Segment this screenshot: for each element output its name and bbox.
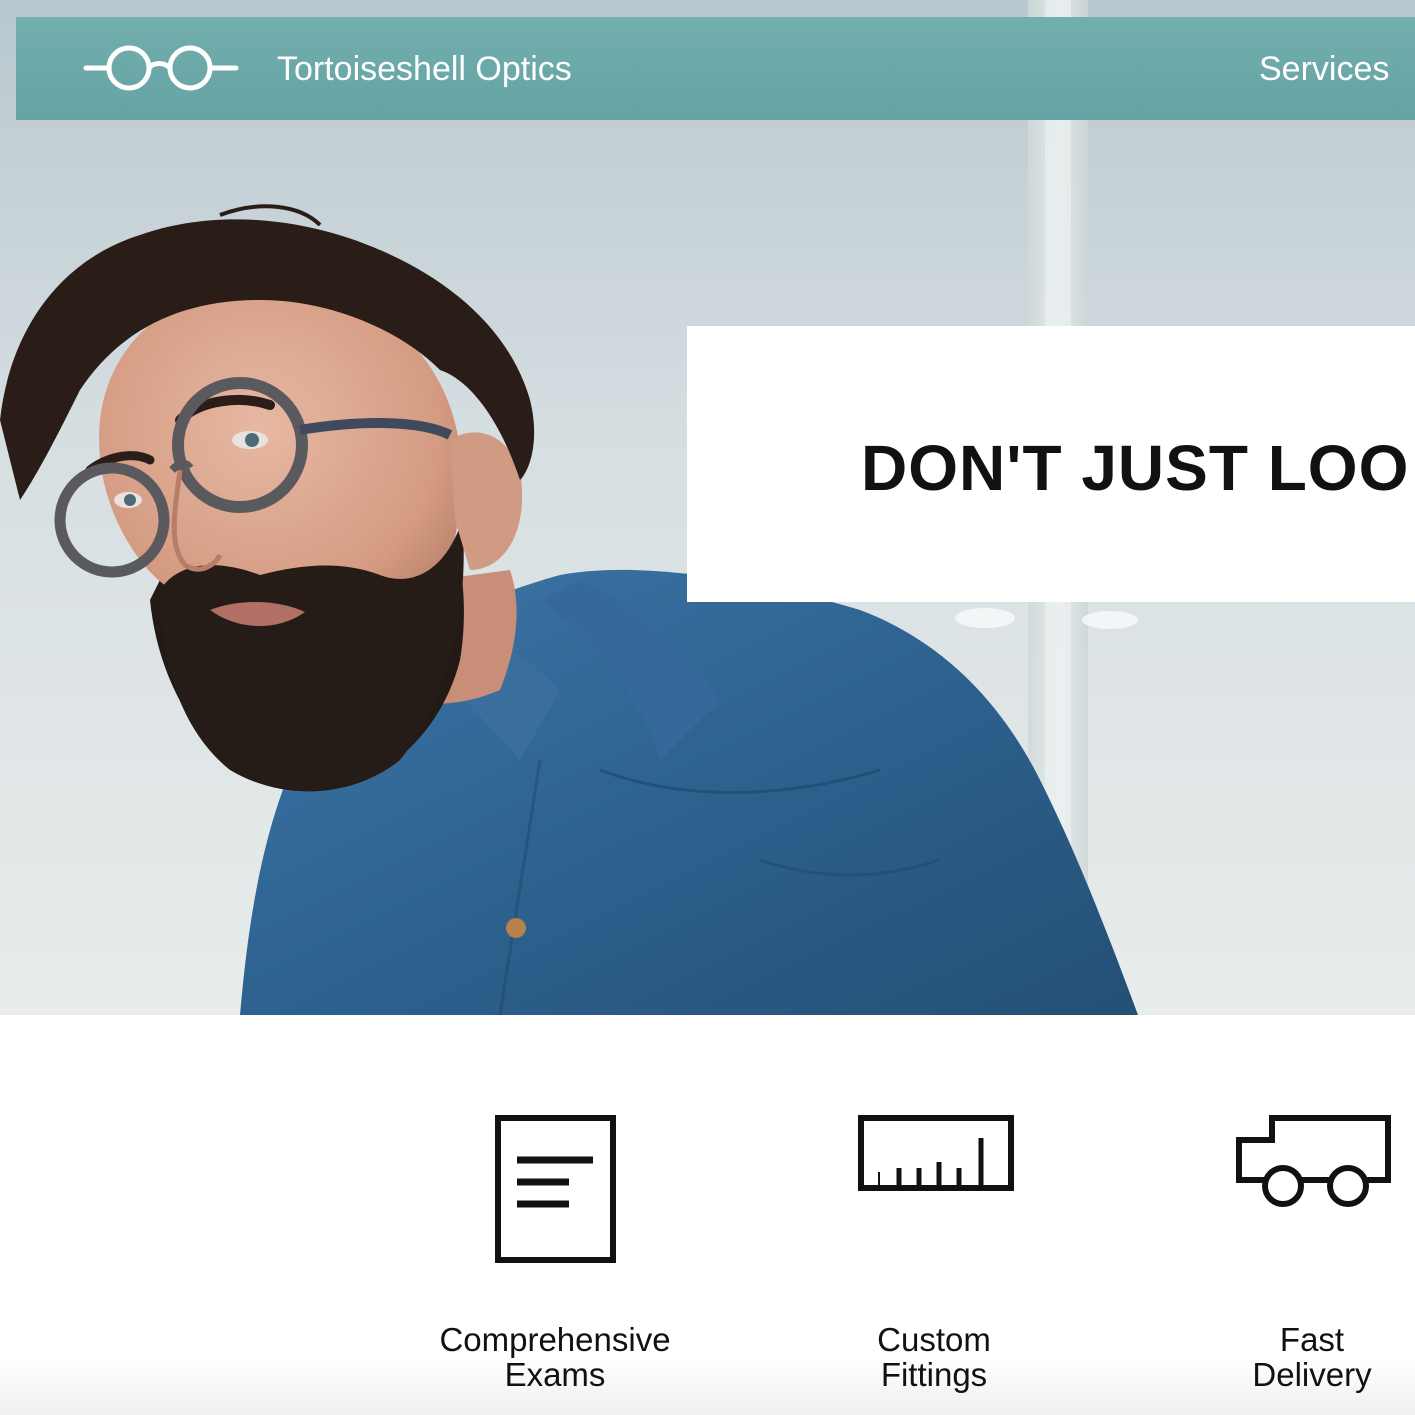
feature-fast-delivery[interactable]: Fast Delivery <box>1162 1015 1415 1415</box>
top-navbar: Tortoiseshell Optics Services <box>16 17 1415 120</box>
document-icon <box>495 1115 616 1263</box>
feature-label: Custom Fittings <box>784 1322 1084 1392</box>
headline-card: DON'T JUST LOO <box>687 326 1415 602</box>
feature-label-line2: Exams <box>504 1356 606 1393</box>
feature-label-line1: Custom <box>877 1321 991 1358</box>
feature-comprehensive-exams[interactable]: Comprehensive Exams <box>405 1015 705 1415</box>
truck-icon <box>1236 1115 1391 1207</box>
feature-custom-fittings[interactable]: Custom Fittings <box>784 1015 1084 1415</box>
glasses-icon[interactable] <box>82 40 242 96</box>
features-section: Comprehensive Exams Custom Fittings Fast… <box>0 1015 1415 1415</box>
brand-name[interactable]: Tortoiseshell Optics <box>277 50 572 88</box>
feature-label-line1: Fast <box>1279 1321 1345 1358</box>
hero-headline: DON'T JUST LOO <box>861 432 1410 504</box>
feature-label-line2: Fittings <box>880 1356 988 1393</box>
page: Tortoiseshell Optics Services DON'T JUST… <box>0 0 1415 1415</box>
feature-label-line1: Comprehensive <box>439 1321 671 1358</box>
feature-label: Fast Delivery <box>1162 1322 1415 1392</box>
ruler-icon <box>858 1115 1014 1191</box>
nav-link-services[interactable]: Services <box>1259 50 1389 88</box>
feature-label: Comprehensive Exams <box>405 1322 705 1392</box>
feature-label-line2: Delivery <box>1252 1356 1372 1393</box>
